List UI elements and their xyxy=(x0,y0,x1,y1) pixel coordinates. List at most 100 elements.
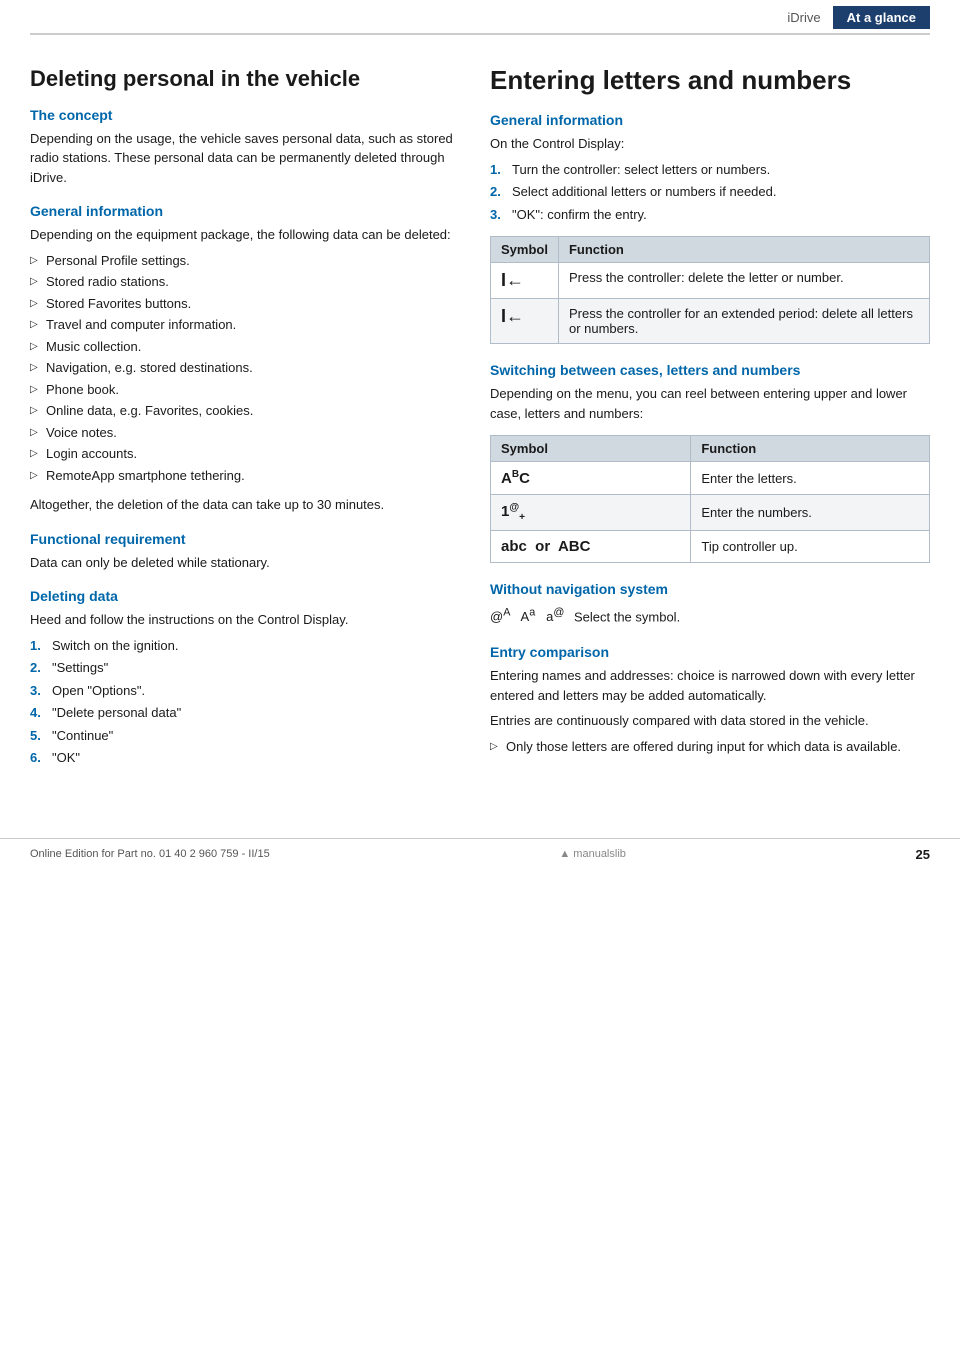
right-main-title: Entering letters and numbers xyxy=(490,65,930,96)
without-nav-heading: Without navigation system xyxy=(490,581,930,597)
list-item: Online data, e.g. Favorites, cookies. xyxy=(30,401,460,421)
step-num: 3. xyxy=(30,681,52,701)
step-text: "Settings" xyxy=(52,658,108,678)
right-steps-list: 1.Turn the controller: select letters or… xyxy=(490,160,930,225)
table-row: ABC Enter the letters. xyxy=(491,462,930,495)
left-main-title: Deleting personal in the vehicle xyxy=(30,65,460,93)
left-general-info-heading: General information xyxy=(30,203,460,219)
left-general-info-text: Depending on the equipment package, the … xyxy=(30,225,460,245)
table-col-function: Function xyxy=(691,436,930,462)
list-item: 3.Open "Options". xyxy=(30,681,460,701)
step-num: 6. xyxy=(30,748,52,768)
entry-comparison-bullets: Only those letters are offered during in… xyxy=(490,737,930,757)
list-item: 1.Switch on the ignition. xyxy=(30,636,460,656)
list-item: 5."Continue" xyxy=(30,726,460,746)
left-column: Deleting personal in the vehicle The con… xyxy=(30,65,460,778)
functional-req-text: Data can only be deleted while stationar… xyxy=(30,553,460,573)
without-nav-section: @A Aa a@ Select the symbol. xyxy=(490,605,930,628)
table-row: I← Press the controller for an extended … xyxy=(491,299,930,344)
without-nav-text: Select the symbol. xyxy=(574,609,680,624)
list-item: 6."OK" xyxy=(30,748,460,768)
list-item: Stored radio stations. xyxy=(30,272,460,292)
symbol-cell: abc or ABC xyxy=(491,531,691,563)
function-cell: Press the controller for an extended per… xyxy=(558,299,929,344)
list-item: Only those letters are offered during in… xyxy=(490,737,930,757)
list-item: Login accounts. xyxy=(30,444,460,464)
step-num: 2. xyxy=(490,182,512,202)
table-row: abc or ABC Tip controller up. xyxy=(491,531,930,563)
step-text: Turn the controller: select letters or n… xyxy=(512,160,770,180)
page-footer: Online Edition for Part no. 01 40 2 960 … xyxy=(0,838,960,870)
header-at-a-glance-label: At a glance xyxy=(833,6,930,29)
page-header: iDrive At a glance xyxy=(30,0,930,35)
footer-text: Online Edition for Part no. 01 40 2 960 … xyxy=(30,848,270,860)
switching-heading: Switching between cases, letters and num… xyxy=(490,362,930,378)
step-text: Switch on the ignition. xyxy=(52,636,178,656)
list-item: 1.Turn the controller: select letters or… xyxy=(490,160,930,180)
step-text: "OK": confirm the entry. xyxy=(512,205,647,225)
table-col-symbol: Symbol xyxy=(491,237,559,263)
symbol-cell: ABC xyxy=(491,462,691,495)
step-num: 3. xyxy=(490,205,512,225)
table-col-symbol: Symbol xyxy=(491,436,691,462)
list-item: Voice notes. xyxy=(30,423,460,443)
symbol-table-1: Symbol Function I← Press the controller:… xyxy=(490,236,930,344)
step-num: 2. xyxy=(30,658,52,678)
functional-req-heading: Functional requirement xyxy=(30,531,460,547)
symbol-cell: I← xyxy=(491,263,559,299)
step-text: Open "Options". xyxy=(52,681,145,701)
step-text: Select additional letters or numbers if … xyxy=(512,182,777,202)
nav-symbols: @A Aa a@ xyxy=(490,609,564,624)
switching-text: Depending on the menu, you can reel betw… xyxy=(490,384,930,423)
list-item: Stored Favorites buttons. xyxy=(30,294,460,314)
delete-all-icon: I← xyxy=(501,306,524,326)
entry-comparison-heading: Entry comparison xyxy=(490,644,930,660)
function-cell: Enter the letters. xyxy=(691,462,930,495)
step-num: 4. xyxy=(30,703,52,723)
list-item: 3."OK": confirm the entry. xyxy=(490,205,930,225)
symbol-cell: I← xyxy=(491,299,559,344)
general-info-footer: Altogether, the deletion of the data can… xyxy=(30,495,460,515)
list-item: Personal Profile settings. xyxy=(30,251,460,271)
concept-text: Depending on the usage, the vehicle save… xyxy=(30,129,460,188)
list-item: Travel and computer information. xyxy=(30,315,460,335)
list-item: Navigation, e.g. stored destinations. xyxy=(30,358,460,378)
deleting-data-text: Heed and follow the instructions on the … xyxy=(30,610,460,630)
concept-heading: The concept xyxy=(30,107,460,123)
list-item: 4."Delete personal data" xyxy=(30,703,460,723)
step-text: "OK" xyxy=(52,748,80,768)
function-cell: Press the controller: delete the letter … xyxy=(558,263,929,299)
header-idrive-label: iDrive xyxy=(787,10,832,25)
list-item: 2."Settings" xyxy=(30,658,460,678)
footer-logo: ▲ manualslib xyxy=(559,848,626,860)
table-row: 1@+ Enter the numbers. xyxy=(491,495,930,531)
entry-comparison-text2: Entries are continuously compared with d… xyxy=(490,711,930,731)
right-general-info-intro: On the Control Display: xyxy=(490,134,930,154)
step-num: 1. xyxy=(30,636,52,656)
abc-letters-icon: ABC xyxy=(501,470,530,487)
step-num: 5. xyxy=(30,726,52,746)
function-cell: Tip controller up. xyxy=(691,531,930,563)
page-content: Deleting personal in the vehicle The con… xyxy=(0,35,960,818)
bullet-list: Personal Profile settings. Stored radio … xyxy=(30,251,460,486)
step-text: "Continue" xyxy=(52,726,113,746)
deleting-data-heading: Deleting data xyxy=(30,588,460,604)
step-text: "Delete personal data" xyxy=(52,703,181,723)
step-num: 1. xyxy=(490,160,512,180)
table-row: I← Press the controller: delete the lett… xyxy=(491,263,930,299)
list-item: 2.Select additional letters or numbers i… xyxy=(490,182,930,202)
function-cell: Enter the numbers. xyxy=(691,495,930,531)
delete-icon: I← xyxy=(501,270,524,290)
table-col-function: Function xyxy=(558,237,929,263)
right-column: Entering letters and numbers General inf… xyxy=(490,65,930,778)
entry-comparison-text1: Entering names and addresses: choice is … xyxy=(490,666,930,705)
numbers-icon: 1@+ xyxy=(501,503,525,520)
list-item: Phone book. xyxy=(30,380,460,400)
steps-list: 1.Switch on the ignition. 2."Settings" 3… xyxy=(30,636,460,768)
list-item: Music collection. xyxy=(30,337,460,357)
list-item: RemoteApp smartphone tethering. xyxy=(30,466,460,486)
switch-table-2: Symbol Function ABC Enter the letters. 1… xyxy=(490,435,930,563)
symbol-cell: 1@+ xyxy=(491,495,691,531)
abc-or-ABC-icon: abc or ABC xyxy=(501,538,590,555)
right-general-info-heading: General information xyxy=(490,112,930,128)
